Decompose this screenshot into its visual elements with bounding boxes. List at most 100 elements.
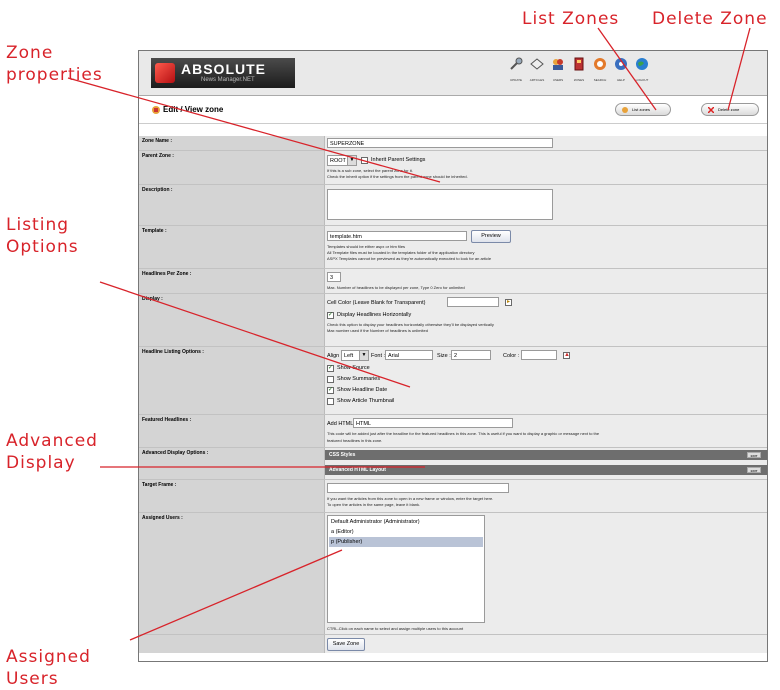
delete-zone-label: Delete zone (718, 107, 740, 112)
assigned-help: CTRL-Click on each name to select and as… (327, 626, 464, 631)
cell-color-input[interactable] (447, 297, 499, 307)
row-display: Display : Cell Color (Leave Blank for Tr… (139, 294, 767, 347)
nav-search[interactable]: SEARCH (590, 56, 610, 90)
nav-users[interactable]: USERS (548, 56, 568, 90)
featured-help1: This code will be added just after the h… (327, 431, 600, 436)
row-parent-zone: Parent Zone : ROOT ▼ Inherit Parent Sett… (139, 151, 767, 185)
listing-options-label: Headline Listing Options : (139, 347, 325, 414)
nav-update[interactable]: UPDATE (506, 56, 526, 90)
color-picker-icon[interactable]: ▸ (505, 299, 512, 306)
list-zones-button[interactable]: List zones (615, 103, 671, 116)
horizontal-checkbox[interactable]: ✓ (327, 312, 334, 319)
row-description: Description : (139, 185, 767, 226)
align-select[interactable]: Left ▼ (341, 350, 369, 361)
color-input[interactable] (521, 350, 557, 360)
nav-articles[interactable]: ARTICLES (527, 56, 547, 90)
nav-label: SEARCH (593, 78, 607, 82)
listing-options-cell: Align : Left ▼ Font : Arial Size : 2 Col… (325, 347, 767, 414)
show-thumbnail-label: Show Article Thumbnail (337, 398, 395, 404)
list-item[interactable]: Default Administrator (Administrator) (329, 517, 483, 527)
show-source-checkbox[interactable]: ✓ (327, 365, 334, 372)
delete-icon (708, 106, 714, 113)
callout-assigned-users: Assigned Users (6, 647, 91, 689)
callout-listing-options: Listing Options (6, 215, 79, 257)
show-thumbnail-checkbox[interactable] (327, 398, 334, 405)
inherit-checkbox[interactable] (361, 157, 368, 164)
template-help2: All Template files must be located in th… (327, 250, 475, 255)
cell-color-label: Cell Color (Leave Blank for Transparent) (327, 300, 426, 306)
nav-label: UPDATE (510, 78, 522, 82)
inherit-label: Inherit Parent Settings (371, 157, 426, 163)
template-help1: Templates should be either aspx or htm f… (327, 244, 406, 249)
callout-zone-properties: Zone properties (6, 43, 103, 85)
parent-zone-cell: ROOT ▼ Inherit Parent Settings If this i… (325, 151, 767, 184)
advanced-cell: CSS Styles EDIT Advanced HTML Layout EDI… (325, 448, 767, 479)
parent-zone-help2: Check the inherit option if the settings… (327, 174, 468, 179)
featured-label: Featured Headlines : (139, 415, 325, 447)
list-item[interactable]: a (Editor) (329, 527, 483, 537)
font-input[interactable]: Arial (385, 350, 433, 360)
horizontal-label: Display Headlines Horizontally (337, 312, 412, 318)
eye-icon (530, 58, 544, 70)
zone-name-input[interactable]: SUPERZONE (327, 138, 553, 148)
color-label: Color : (503, 353, 520, 359)
description-cell (325, 185, 767, 225)
show-summaries-checkbox[interactable] (327, 376, 334, 383)
show-date-checkbox[interactable]: ✓ (327, 387, 334, 394)
users-icon (553, 59, 563, 70)
nav-label: USERS (552, 78, 564, 82)
color-picker-icon[interactable]: ▲ (563, 352, 570, 359)
show-summaries-label: Show Summaries (337, 376, 381, 382)
nav-help[interactable]: HELP (611, 56, 631, 90)
delete-zone-button[interactable]: Delete zone (701, 103, 759, 116)
featured-help2: featured headlines in this zone. (327, 438, 383, 443)
css-styles-bar[interactable]: CSS Styles EDIT (325, 450, 767, 460)
show-date-label: Show Headline Date (337, 387, 388, 393)
row-template: Template : template.htm Preview Template… (139, 226, 767, 269)
search-icon (594, 58, 606, 70)
description-textarea[interactable] (327, 189, 553, 220)
template-input[interactable]: template.htm (327, 231, 467, 241)
size-label: Size : (437, 353, 451, 359)
advanced-html-bar[interactable]: Advanced HTML Layout EDIT (325, 465, 767, 475)
assigned-label: Assigned Users : (139, 513, 325, 634)
html-edit-button[interactable]: EDIT (747, 467, 761, 473)
show-source-label: Show Source (337, 365, 370, 371)
chevron-down-icon: ▼ (359, 351, 368, 360)
app-window: ABSOLUTE News Manager.NET UPDATE ARTICLE… (138, 50, 768, 662)
parent-zone-select[interactable]: ROOT ▼ (327, 155, 357, 166)
size-input[interactable]: 2 (451, 350, 491, 360)
page-title: Edit / View zone (163, 105, 224, 114)
nav-logout[interactable]: LOGOUT (632, 56, 652, 90)
featured-cell: Add HTML: HTML This code will be added j… (325, 415, 767, 447)
callout-list-zones: List Zones (522, 9, 620, 29)
target-input[interactable] (327, 483, 509, 493)
save-row-spacer (139, 635, 325, 653)
list-item[interactable]: p (Publisher) (329, 537, 483, 547)
css-edit-button[interactable]: EDIT (747, 452, 761, 458)
parent-zone-label: Parent Zone : (139, 151, 325, 184)
zone-name-label: Zone Name : (139, 136, 325, 150)
advanced-html-label: Advanced HTML Layout (329, 467, 386, 473)
parent-zone-help1: If this is a sub zone, select the parent… (327, 168, 413, 173)
save-zone-button[interactable]: Save Zone (327, 638, 365, 651)
add-html-input[interactable]: HTML (353, 418, 513, 428)
edit-zone-icon (152, 106, 160, 114)
nav-zones[interactable]: ZONES (569, 56, 589, 90)
parent-zone-value: ROOT (330, 158, 346, 164)
display-cell: Cell Color (Leave Blank for Transparent)… (325, 294, 767, 346)
logo-text: ABSOLUTE (181, 61, 266, 77)
help-icon (615, 58, 627, 70)
row-headlines: Headlines Per Zone : 3 Max. Number of he… (139, 269, 767, 294)
display-label: Display : (139, 294, 325, 346)
chevron-down-icon: ▼ (347, 156, 356, 165)
headlines-input[interactable]: 3 (327, 272, 341, 282)
row-save: Save Zone (139, 635, 767, 653)
logo: ABSOLUTE News Manager.NET (151, 58, 295, 88)
callout-advanced-display: Advanced Display (6, 431, 98, 473)
nav-label: HELP (617, 78, 625, 82)
preview-button[interactable]: Preview (471, 230, 511, 243)
assigned-users-listbox[interactable]: Default Administrator (Administrator) a … (327, 515, 485, 623)
row-listing-options: Headline Listing Options : Align : Left … (139, 347, 767, 415)
headlines-label: Headlines Per Zone : (139, 269, 325, 293)
